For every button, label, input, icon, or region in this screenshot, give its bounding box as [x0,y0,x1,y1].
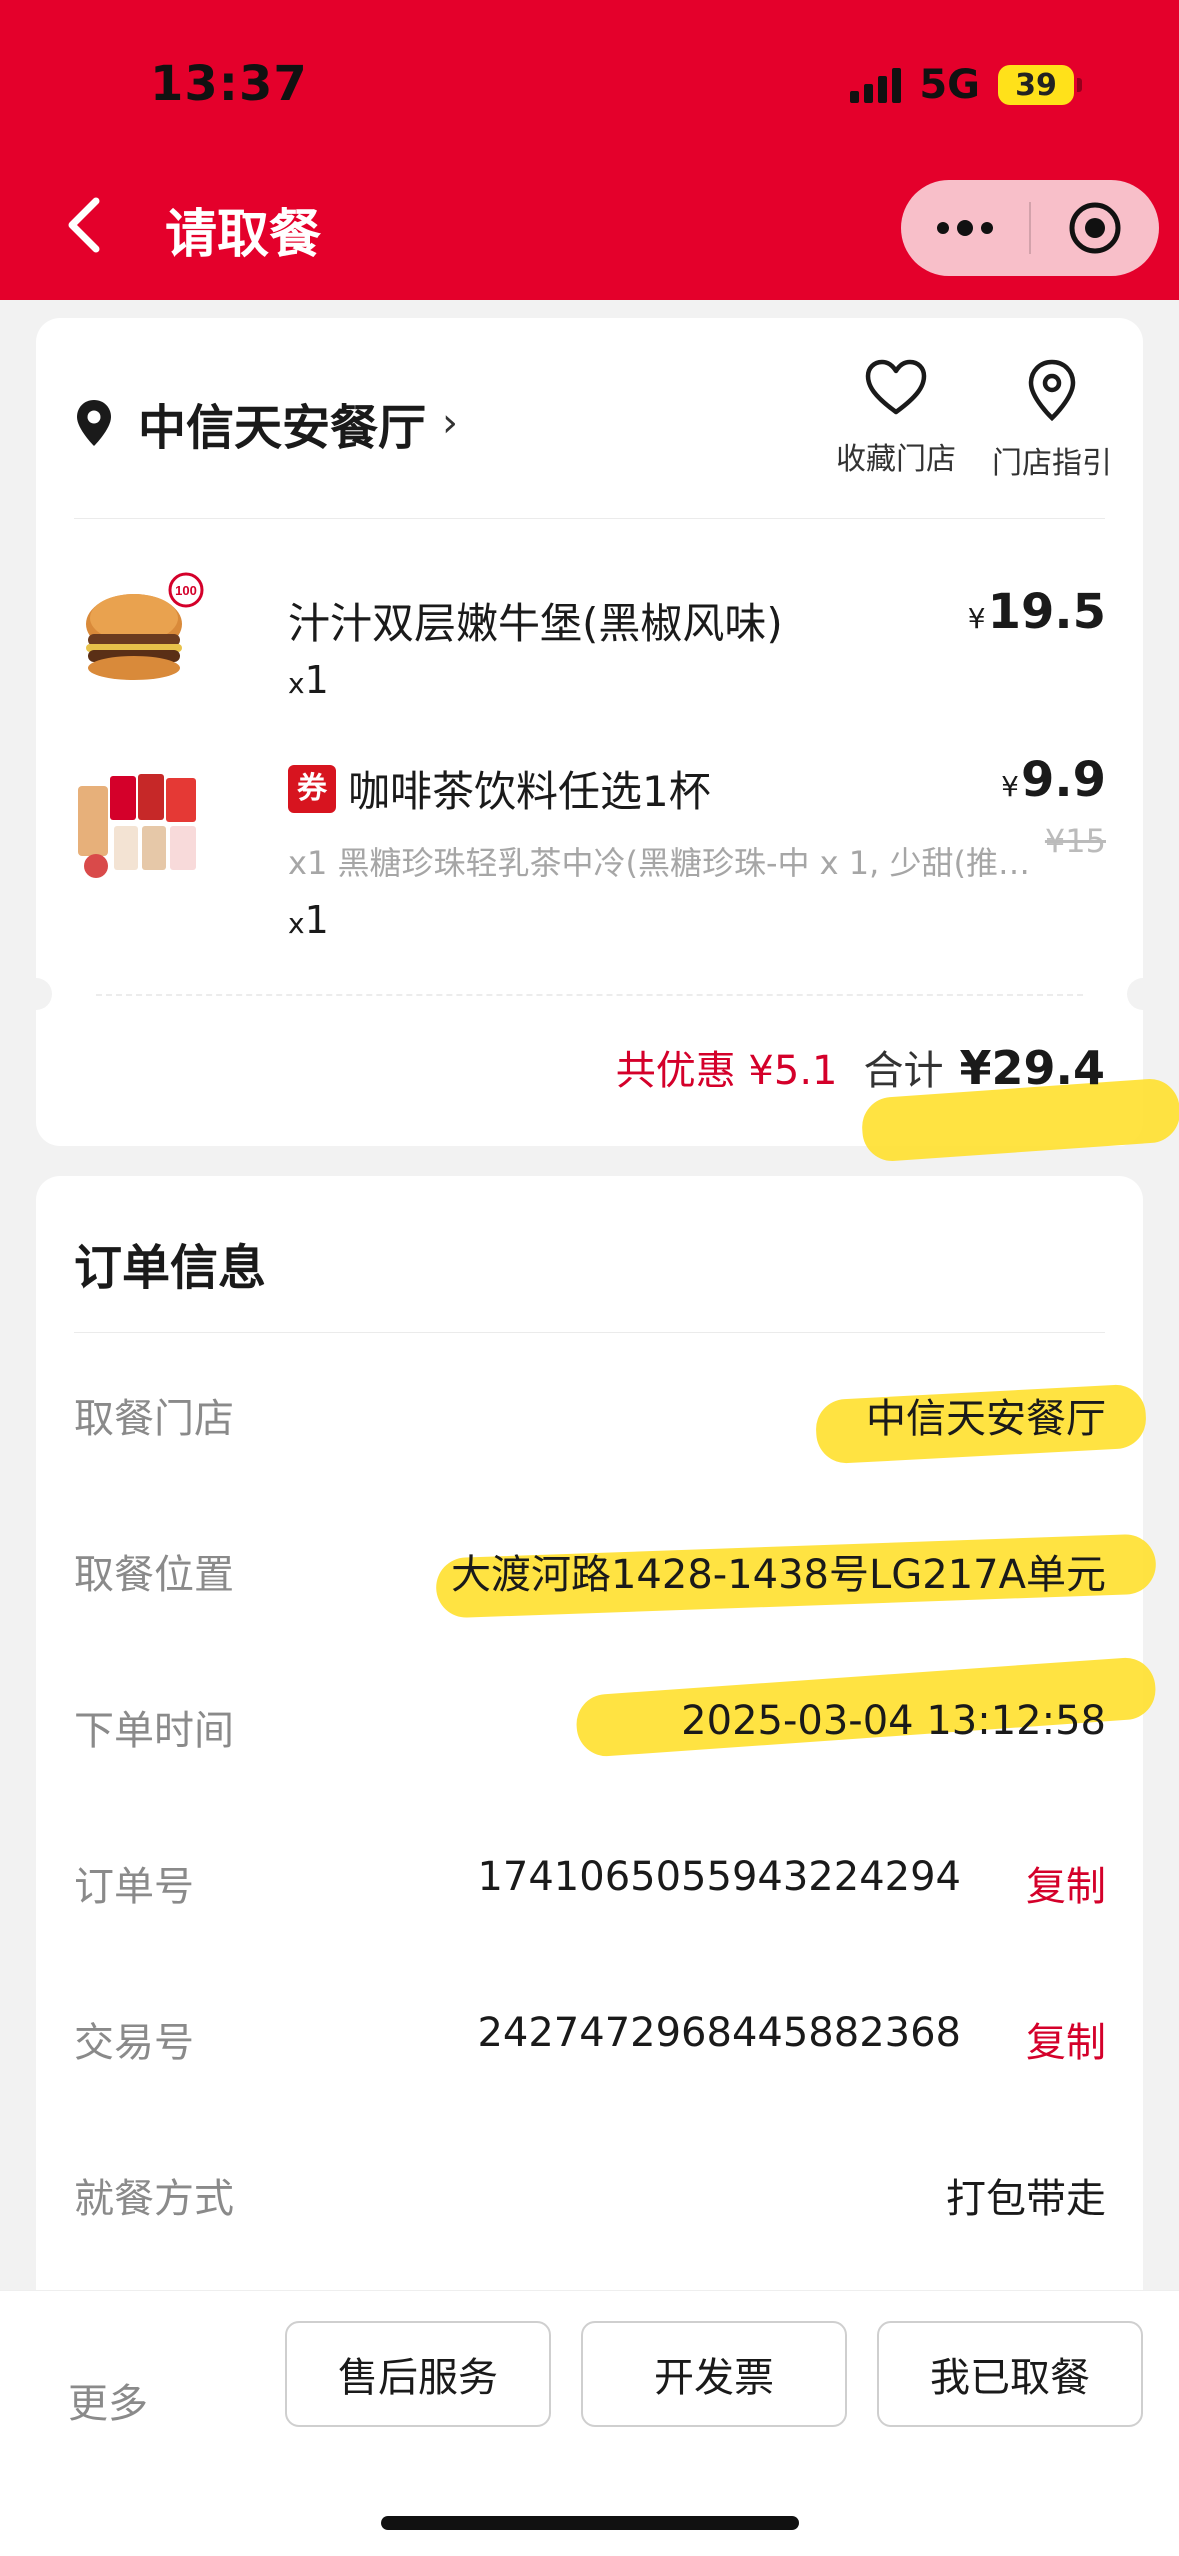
page-title: 请取餐 [165,205,322,265]
store-guide-button[interactable]: 门店指引 [982,358,1122,482]
coupon-badge: 券 [288,764,336,813]
item-original-price: ¥15 [1044,822,1106,860]
map-pin-outline-icon [1028,359,1076,422]
total-label: 合计 [863,1048,944,1094]
info-row-order-number: 订单号 1741065055943224294 复制 [74,1854,1106,1934]
order-summary: 共优惠 ¥5.1 合计 ¥29.4 [616,1038,1105,1096]
info-value: 2025-03-04 13:12:58 [681,1698,1106,1744]
item-qty: x1 [288,898,329,942]
copy-transaction-number-button[interactable]: 复制 [1026,2010,1106,2068]
ticket-notch-right [1127,978,1159,1010]
list-item: 100 汁汁双层嫩牛堡(黑椒风味) x1 ¥19.5 [74,568,1106,718]
info-row-store: 取餐门店 中信天安餐厅 [74,1386,1106,1466]
more-dots-icon[interactable] [901,180,1029,276]
info-key: 订单号 [74,1864,194,1910]
location-pin-icon [77,400,111,446]
info-row-transaction-number: 交易号 2427472968445882368 复制 [74,2010,1106,2090]
status-icons: 5G 39 [850,62,1082,108]
item-qty: x1 [288,658,329,702]
more-link[interactable]: 更多 [68,2371,148,2429]
close-miniapp-button[interactable] [1031,180,1159,276]
info-value: 2427472968445882368 [477,2010,961,2056]
info-row-location: 取餐位置 大渡河路1428-1438号LG217A单元 [74,1542,1106,1622]
svg-text:100: 100 [175,583,197,598]
home-indicator [381,2516,799,2530]
target-icon [1069,202,1121,254]
info-key: 下单时间 [74,1708,234,1754]
mini-program-capsule [901,180,1159,276]
info-value: 1741065055943224294 [477,1854,961,1900]
store-name: 中信天安餐厅 [138,400,427,456]
ticket-notch-left [20,978,52,1010]
info-value: 中信天安餐厅 [866,1396,1106,1442]
info-key: 交易号 [74,2020,194,2066]
drinks-image [78,774,196,878]
copy-order-number-button[interactable]: 复制 [1026,1854,1106,1912]
info-key: 取餐位置 [74,1552,234,1598]
order-info-title: 订单信息 [74,1240,267,1296]
app-root: 13:37 5G 39 请取餐 中信天安餐厅 › 收藏门店 门店指引 100 汁… [0,0,1179,2556]
signal-icon [850,67,902,103]
after-sales-button[interactable]: 售后服务 [285,2321,551,2427]
burger-image: 100 [86,572,204,680]
item-price: ¥19.5 [967,584,1106,640]
store-divider [74,518,1105,519]
discount-text: 共优惠 ¥5.1 [615,1048,838,1094]
chevron-right-icon: › [442,400,459,446]
network-label: 5G [919,62,980,108]
chevron-left-icon [68,197,100,253]
favorite-store-button[interactable]: 收藏门店 [826,358,966,478]
order-items-card: 中信天安餐厅 › 收藏门店 门店指引 100 汁汁双层嫩牛堡(黑椒风味) x1 … [20,318,1179,1164]
info-value: 大渡河路1428-1438号LG217A单元 [450,1552,1106,1598]
picked-up-button[interactable]: 我已取餐 [877,2321,1143,2427]
info-row-order-time: 下单时间 2025-03-04 13:12:58 [74,1698,1106,1778]
info-key: 就餐方式 [74,2176,234,2222]
back-button[interactable] [60,195,110,255]
store-guide-label: 门店指引 [992,446,1112,481]
battery-icon: 39 [998,65,1082,105]
list-item: 券咖啡茶饮料任选1杯 x1 黑糖珍珠轻乳茶中冷(黑糖珍珠-中 x 1, 少甜(推… [74,738,1106,942]
invoice-button[interactable]: 开发票 [581,2321,847,2427]
item-price: ¥9.9 [1001,752,1106,808]
item-name: 券咖啡茶饮料任选1杯 [288,758,711,819]
item-description: x1 黑糖珍珠轻乳茶中冷(黑糖珍珠-中 x 1, 少甜(推荐) x 1) [288,844,1048,882]
header: 13:37 5G 39 请取餐 [0,0,1179,300]
item-name: 汁汁双层嫩牛堡(黑椒风味) [288,599,783,648]
info-row-dining-mode: 就餐方式 打包带走 [74,2166,1106,2246]
dashed-divider [96,994,1083,996]
order-info-divider [74,1332,1105,1333]
favorite-store-label: 收藏门店 [836,442,956,477]
store-link[interactable]: 中信天安餐厅 › [74,388,458,458]
heart-icon [865,359,927,415]
info-value: 打包带走 [946,2176,1106,2222]
status-time: 13:37 [150,56,308,112]
info-key: 取餐门店 [74,1396,234,1442]
total-value: ¥29.4 [959,1041,1105,1095]
